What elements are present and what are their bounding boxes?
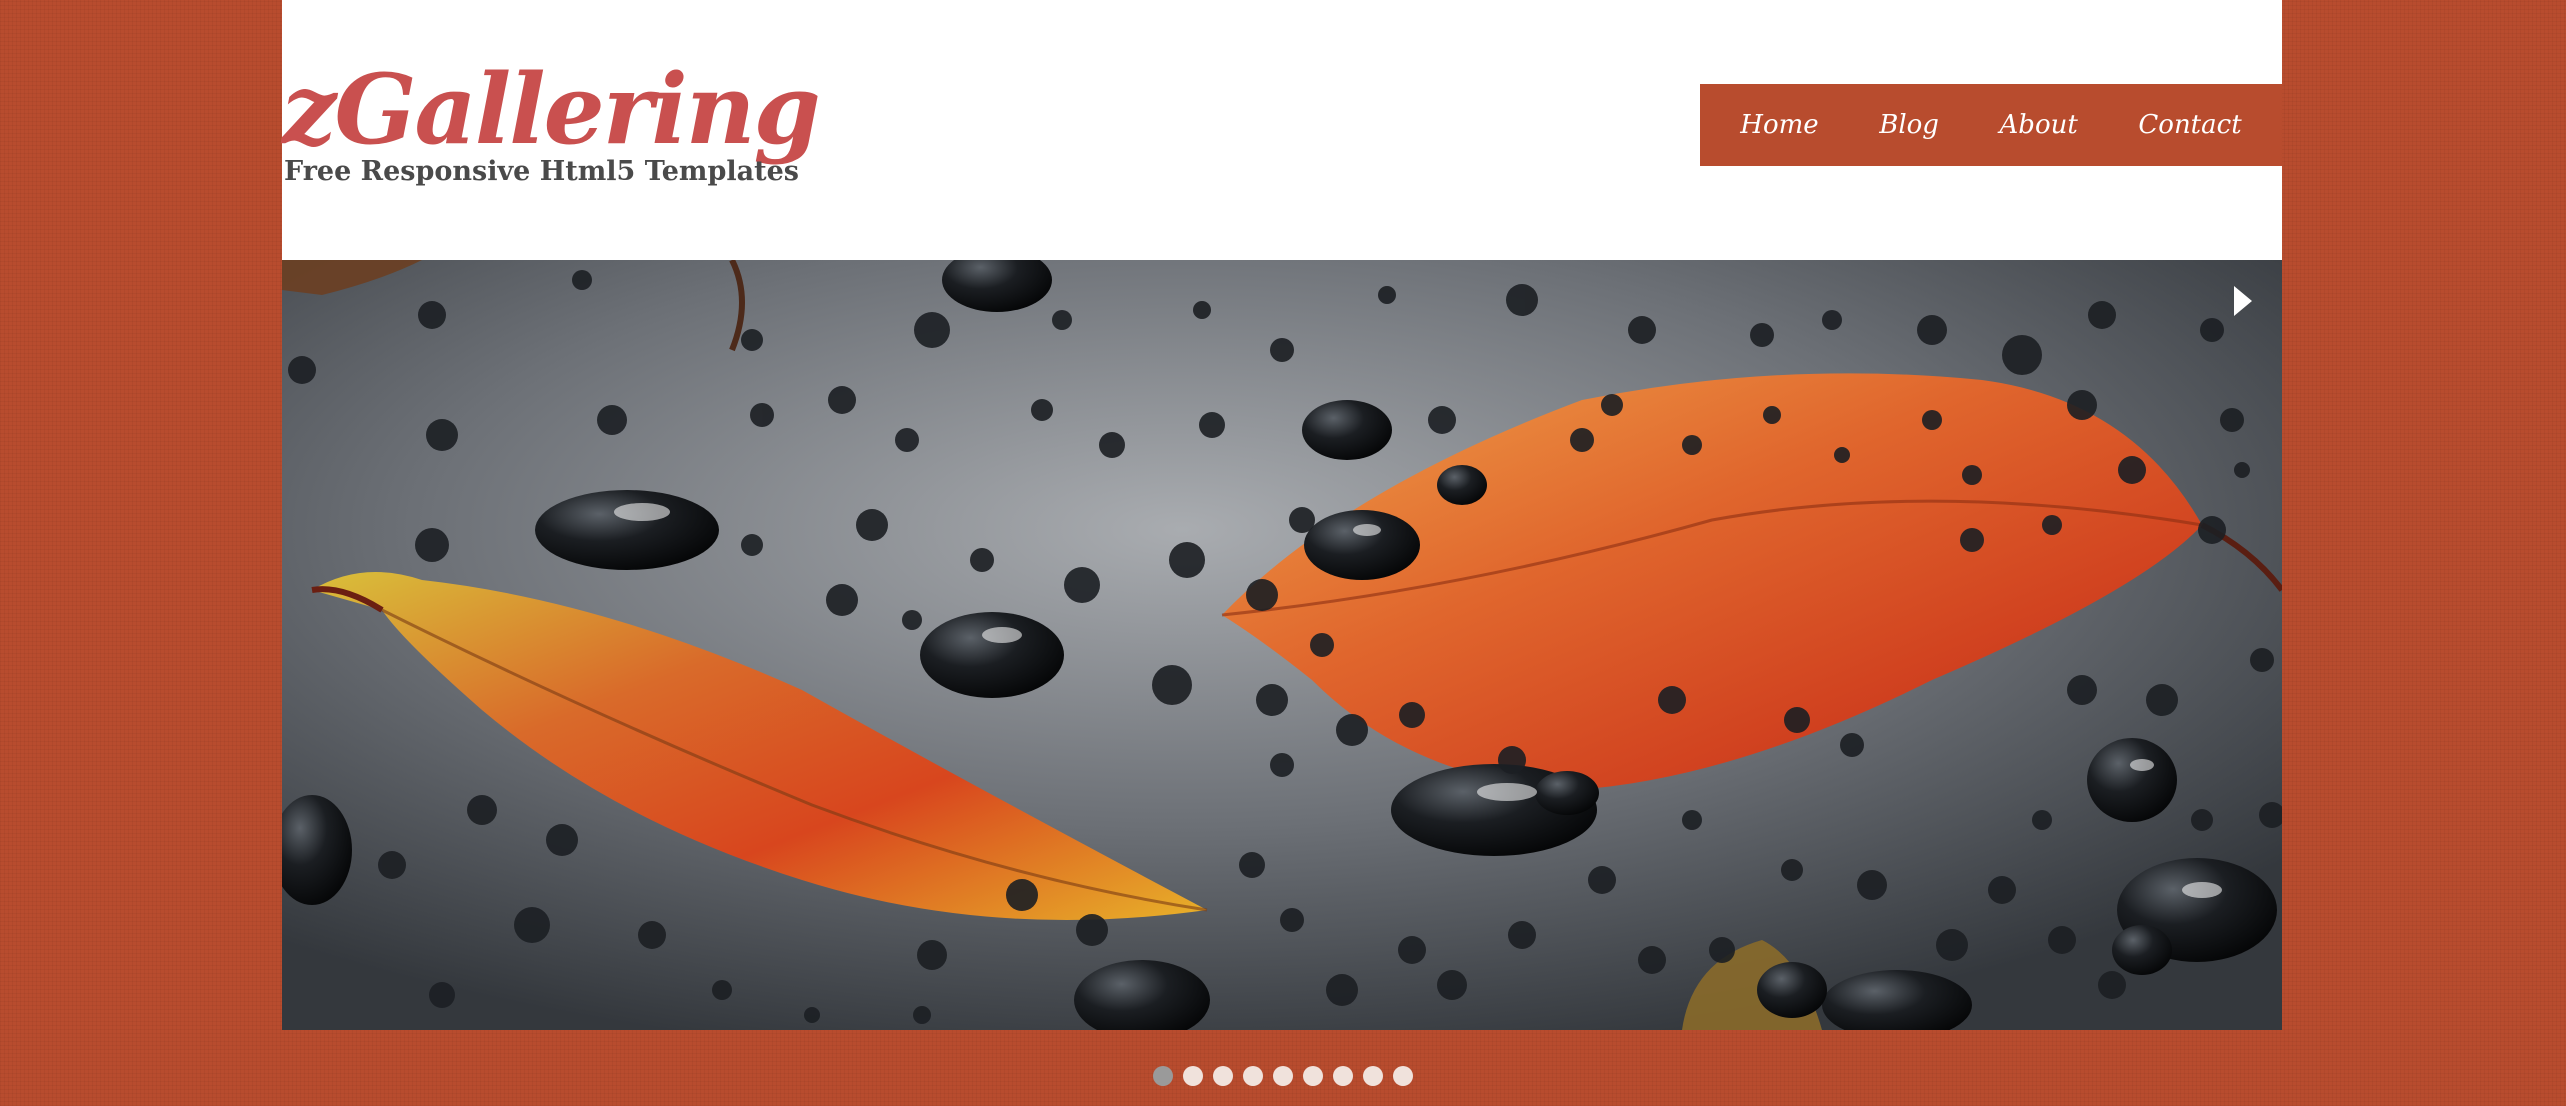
logo-tagline: Free Responsive Html5 Templates [284, 156, 799, 187]
slide-image [282, 260, 2282, 1030]
nav-item-contact[interactable]: Contact [2138, 110, 2241, 140]
slider-dot-1[interactable] [1153, 1066, 1173, 1086]
site-logo[interactable]: zGallering Free Responsive Html5 Templat… [282, 62, 882, 202]
slider-dot-8[interactable] [1363, 1066, 1383, 1086]
triangle-right-icon [2234, 286, 2252, 316]
page-wrapper: zGallering Free Responsive Html5 Templat… [282, 0, 2282, 1030]
nav-item-home[interactable]: Home [1740, 110, 1818, 140]
main-nav: Home Blog About Contact [1700, 84, 2282, 166]
slider-dot-6[interactable] [1303, 1066, 1323, 1086]
nav-item-about[interactable]: About [2000, 110, 2078, 140]
slider-dot-5[interactable] [1273, 1066, 1293, 1086]
slider-dot-3[interactable] [1213, 1066, 1233, 1086]
nav-item-blog[interactable]: Blog [1879, 110, 1939, 140]
slider-next-button[interactable] [2228, 286, 2258, 316]
slider-dot-4[interactable] [1243, 1066, 1263, 1086]
slider-dot-2[interactable] [1183, 1066, 1203, 1086]
slider-dot-9[interactable] [1393, 1066, 1413, 1086]
slider-dot-7[interactable] [1333, 1066, 1353, 1086]
image-slider [282, 260, 2282, 1030]
slider-pagination [1153, 1066, 1413, 1086]
logo-title: zGallering [282, 53, 821, 166]
site-header: zGallering Free Responsive Html5 Templat… [282, 0, 2282, 260]
